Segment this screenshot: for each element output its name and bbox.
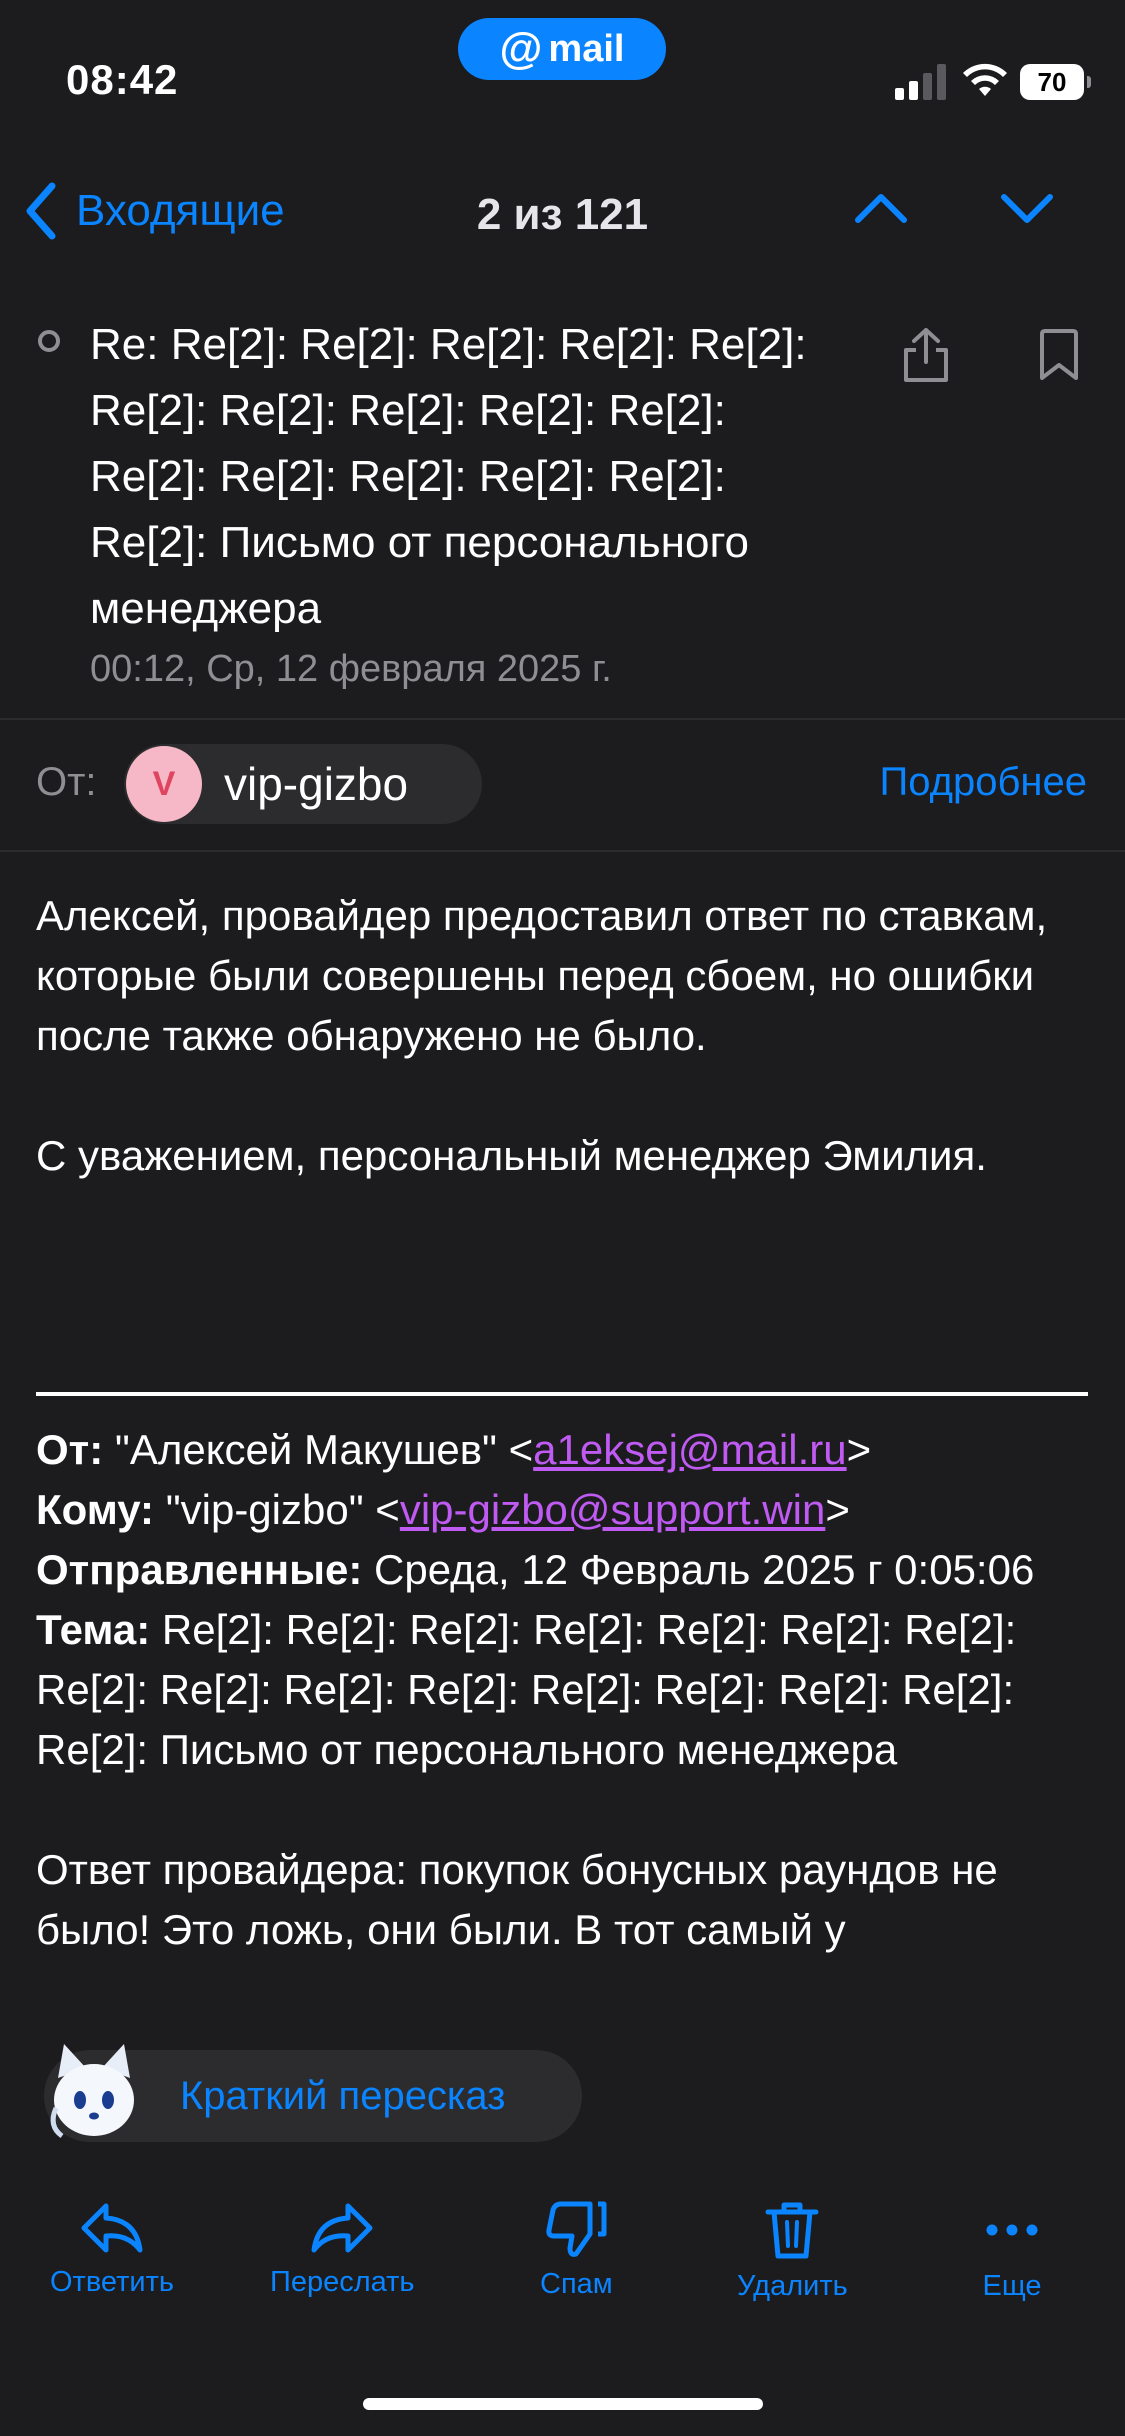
back-to-inbox-button[interactable]: Входящие (24, 182, 285, 240)
message-body: Алексей, провайдер предоставил ответ по … (36, 886, 1096, 1186)
chevron-left-icon (26, 182, 56, 240)
quoted-to-email-link[interactable]: vip-gizbo@support.win (400, 1486, 826, 1533)
summary-button[interactable]: Краткий пересказ (44, 2044, 582, 2142)
home-indicator[interactable] (363, 2398, 763, 2410)
message-date: 00:12, Ср, 12 февраля 2025 г. (90, 648, 612, 690)
spam-label: Спам (540, 2268, 613, 2300)
details-link[interactable]: Подробнее (880, 760, 1087, 805)
share-button[interactable] (900, 326, 952, 389)
previous-message-button[interactable] (852, 188, 910, 233)
body-paragraph: Алексей, провайдер предоставил ответ по … (36, 892, 1048, 1059)
quoted-from-close: > (846, 1426, 872, 1473)
summary-label: Краткий пересказ (180, 2073, 506, 2118)
more-label: Еще (982, 2270, 1042, 2302)
bookmark-icon (1040, 329, 1078, 380)
quoted-reply-text: Ответ провайдера: покупок бонусных раунд… (36, 1846, 998, 1953)
unread-toggle-icon[interactable] (38, 330, 60, 352)
forward-button[interactable]: Переслать (270, 2200, 415, 2299)
quoted-message: От: "Алексей Макушев" <a1eksej@mail.ru> … (36, 1420, 1096, 1960)
quoted-to-key: Кому: (36, 1486, 155, 1533)
quoted-subject-key: Тема: (36, 1606, 151, 1653)
reply-label: Ответить (50, 2266, 174, 2298)
at-icon: @ (499, 24, 543, 73)
bottom-toolbar: Ответить Переслать Спам Удалить Еще (0, 2200, 1125, 2340)
share-icon (904, 328, 948, 382)
forward-icon (311, 2203, 373, 2253)
assistant-mascot-icon (50, 2044, 134, 2139)
delete-button[interactable]: Удалить (737, 2200, 848, 2303)
quoted-sent-line: Отправленные: Среда, 12 Февраль 2025 г 0… (36, 1540, 1096, 1600)
status-time: 08:42 (66, 56, 179, 103)
avatar: V (126, 746, 202, 822)
thumbs-down-icon (546, 2201, 607, 2257)
from-label: От: (36, 760, 97, 804)
quoted-sent-key: Отправленные: (36, 1546, 363, 1593)
quoted-to-name: "vip-gizbo" < (165, 1486, 400, 1533)
chevron-up-icon (855, 194, 907, 223)
trash-icon (765, 2202, 819, 2259)
divider (0, 850, 1125, 852)
chevron-down-icon (1001, 194, 1053, 223)
battery-icon: 70 (1020, 64, 1091, 100)
delete-label: Удалить (737, 2270, 848, 2302)
forward-label: Переслать (270, 2266, 415, 2298)
bookmark-button[interactable] (1036, 328, 1082, 387)
quoted-from-name: "Алексей Макушев" < (114, 1426, 534, 1473)
quoted-from-email-link[interactable]: a1eksej@mail.ru (533, 1426, 846, 1473)
quoted-to-line: Кому: "vip-gizbo" <vip-gizbo@support.win… (36, 1480, 1096, 1540)
more-dots-icon (986, 2224, 1038, 2236)
signature: С уважением, персональный менеджер Эмили… (36, 1132, 987, 1179)
brand-label: mail (548, 27, 625, 70)
quoted-to-close: > (825, 1486, 850, 1533)
quoted-subject-value: Re[2]: Re[2]: Re[2]: Re[2]: Re[2]: Re[2]… (36, 1606, 1017, 1773)
back-label: Входящие (76, 186, 285, 235)
message-subject: Re: Re[2]: Re[2]: Re[2]: Re[2]: Re[2]: R… (90, 320, 807, 633)
reply-icon (81, 2203, 143, 2253)
more-button[interactable]: Еще (980, 2200, 1044, 2303)
divider (0, 718, 1125, 720)
quoted-sent-value: Среда, 12 Февраль 2025 г 0:05:06 (374, 1546, 1035, 1593)
quoted-subject-line: Тема: Re[2]: Re[2]: Re[2]: Re[2]: Re[2]:… (36, 1600, 1096, 1780)
reply-button[interactable]: Ответить (50, 2200, 174, 2299)
quote-separator (36, 1392, 1088, 1396)
next-message-button[interactable] (998, 188, 1056, 233)
sender-chip[interactable]: V vip-gizbo (124, 744, 482, 824)
wifi-icon (963, 63, 1007, 96)
cellular-signal-icon (895, 64, 946, 100)
mail-brand-pill[interactable]: @ mail (458, 18, 666, 80)
quoted-from-key: От: (36, 1426, 104, 1473)
spam-button[interactable]: Спам (540, 2200, 613, 2301)
quoted-from-line: От: "Алексей Макушев" <a1eksej@mail.ru> (36, 1420, 1096, 1480)
sender-name: vip-gizbo (224, 758, 409, 810)
